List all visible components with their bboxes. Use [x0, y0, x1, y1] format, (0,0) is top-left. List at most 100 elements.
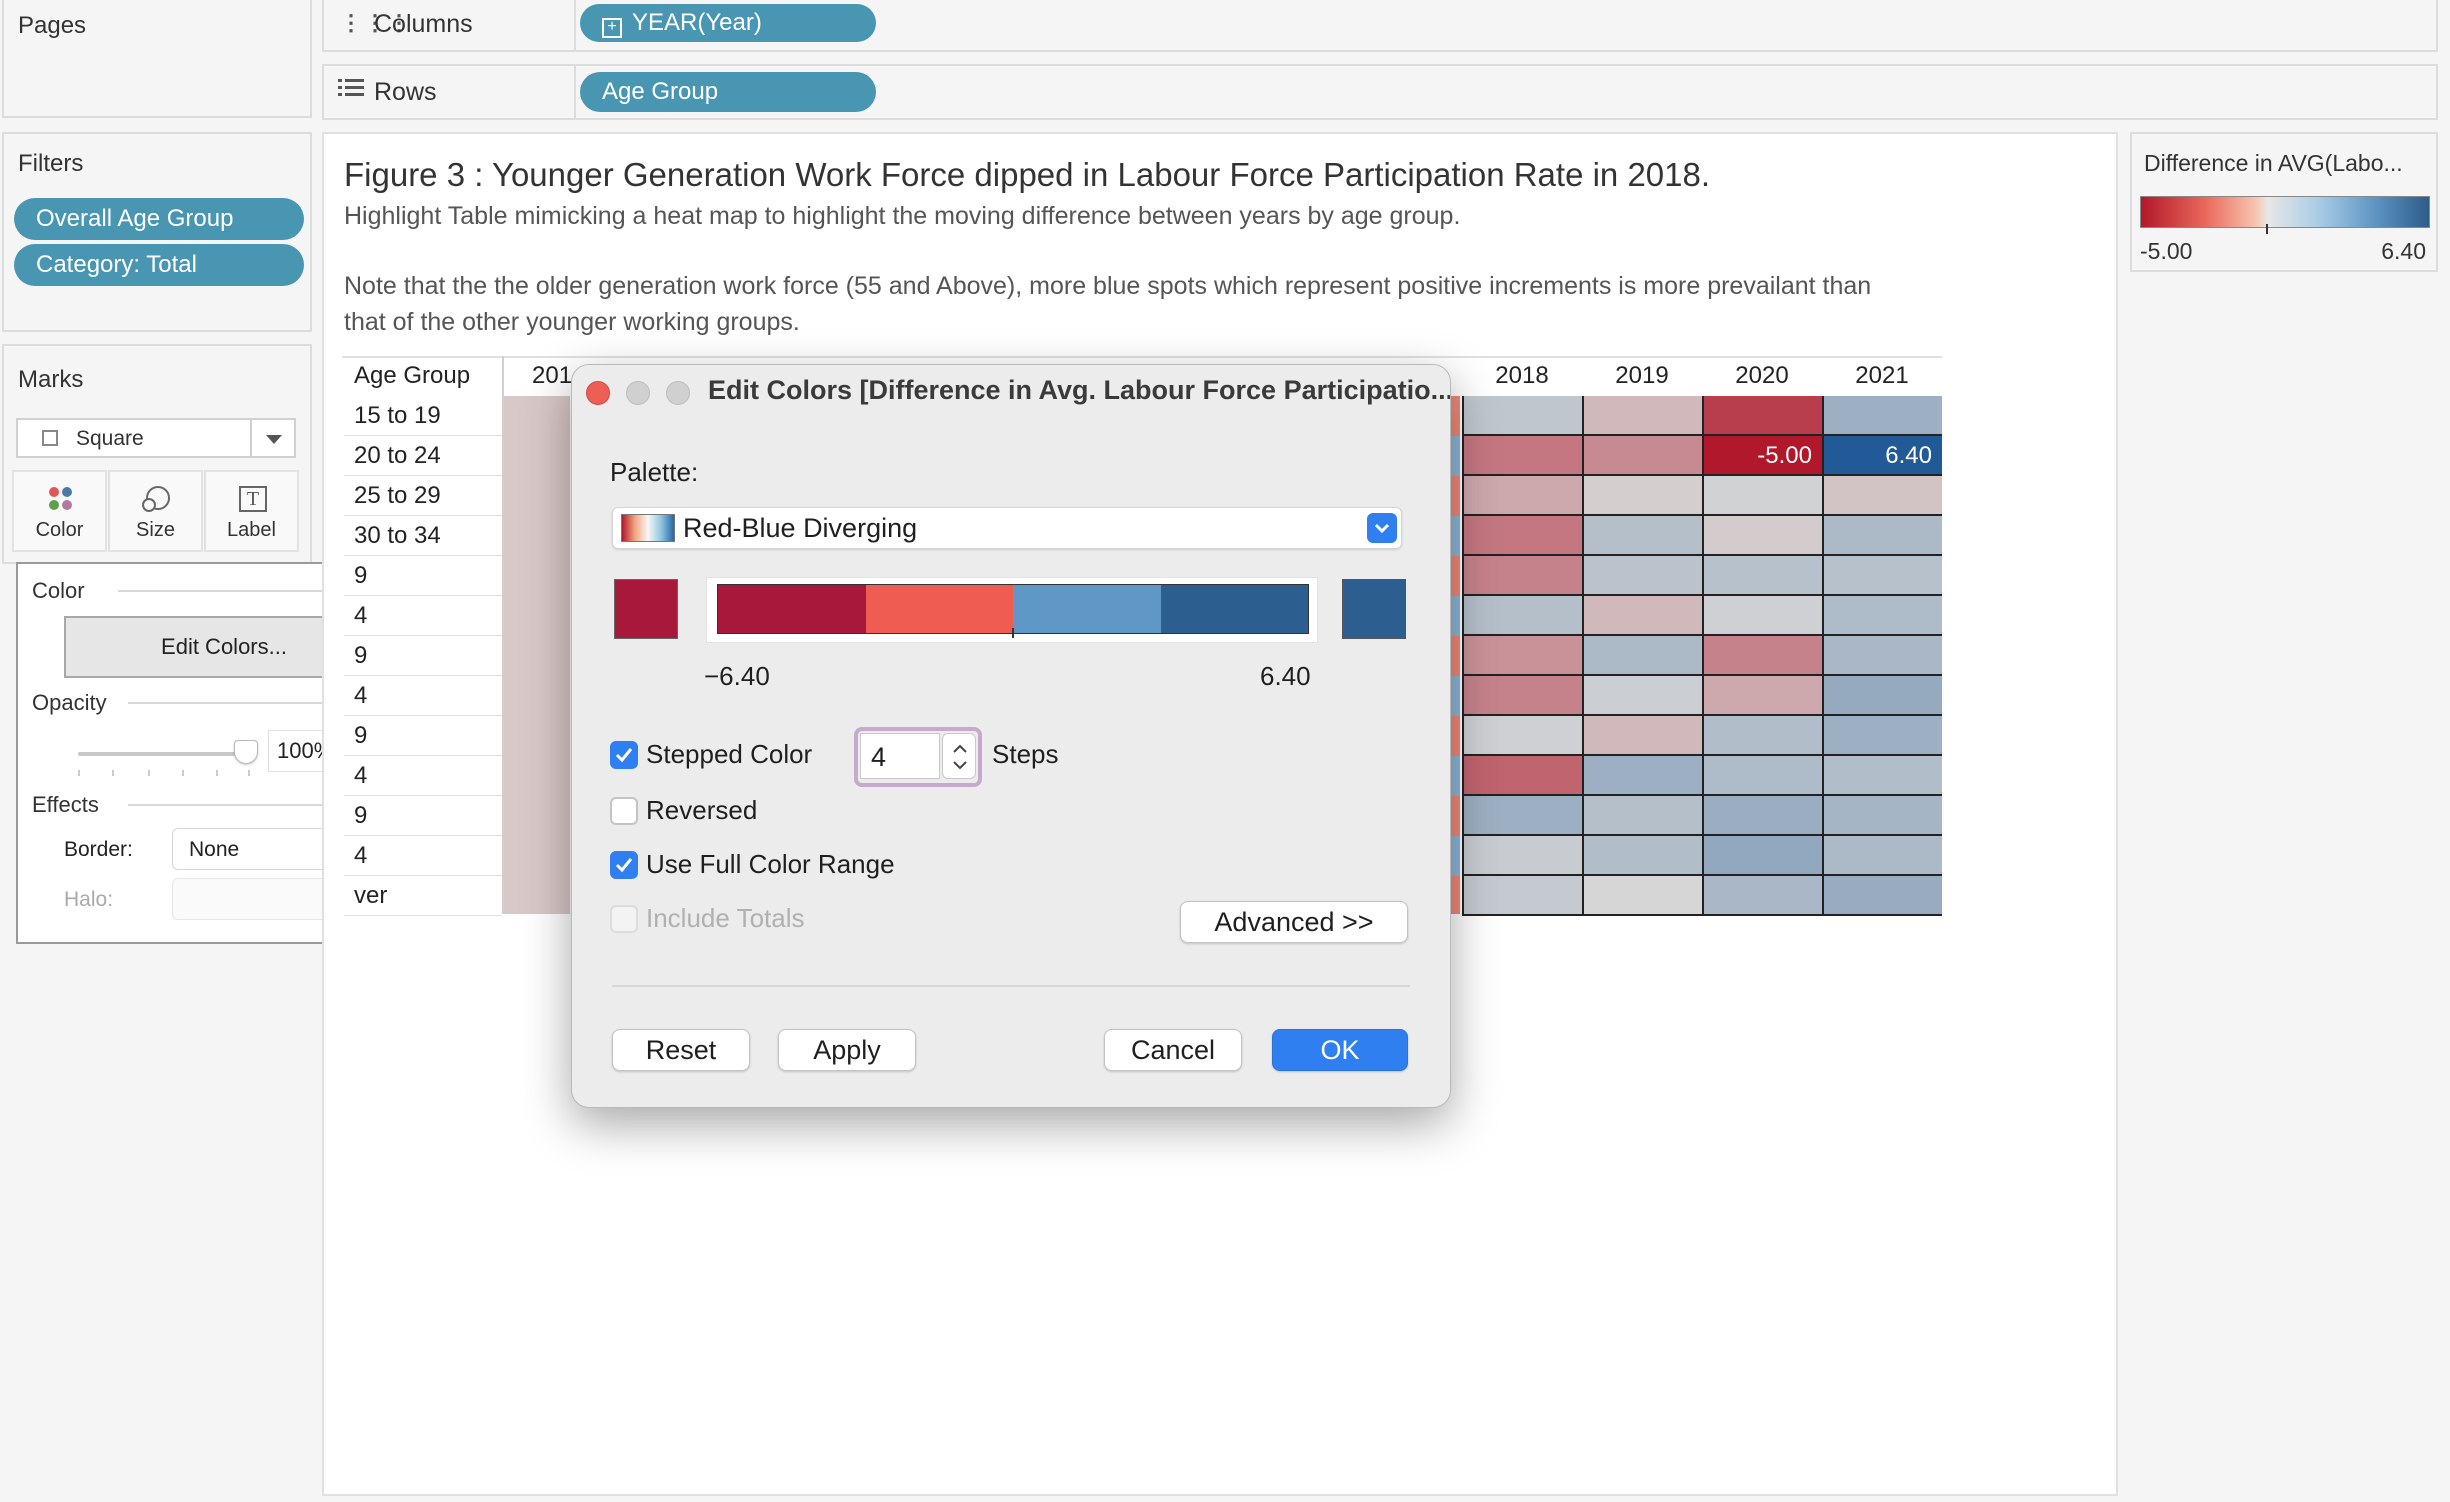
heatmap-cell[interactable] [1582, 396, 1702, 436]
steps-stepper[interactable] [942, 733, 976, 779]
palette-label: Palette: [610, 457, 699, 487]
age-group-row-label: 4 [344, 836, 502, 876]
pages-shelf[interactable]: Pages [2, 0, 312, 118]
heatmap-cell[interactable] [1702, 476, 1822, 516]
ok-button[interactable]: OK [1272, 1029, 1408, 1071]
viz-note-line2: that of the other younger working groups… [344, 308, 800, 336]
opacity-slider-thumb[interactable] [234, 740, 258, 764]
steps-input[interactable]: 4 [860, 733, 940, 779]
cancel-button[interactable]: Cancel [1104, 1029, 1242, 1071]
mark-type-dropdown[interactable]: Square [16, 418, 296, 458]
advanced-button[interactable]: Advanced >> [1180, 901, 1408, 943]
heatmap-cell[interactable] [1702, 716, 1822, 756]
heatmap-cell[interactable] [1702, 636, 1822, 676]
heatmap-cell[interactable] [1582, 756, 1702, 796]
include-totals-checkbox [610, 905, 638, 933]
heatmap-cell[interactable] [1822, 676, 1942, 716]
year-pill[interactable]: + YEAR(Year) [580, 4, 876, 42]
heatmap-cell[interactable] [1462, 716, 1582, 756]
full-color-range-checkbox[interactable] [610, 851, 638, 879]
heatmap-cell[interactable] [1702, 836, 1822, 876]
marks-color-button[interactable]: Color [12, 470, 107, 552]
rows-shelf[interactable]: Rows Age Group [322, 64, 2438, 120]
heatmap-cell[interactable] [1822, 596, 1942, 636]
columns-shelf[interactable]: ⋮⋮⋮ Columns + YEAR(Year) [322, 0, 2438, 52]
heatmap-cell[interactable] [1702, 596, 1822, 636]
heatmap-cell[interactable] [1462, 556, 1582, 596]
expand-icon[interactable]: + [602, 18, 622, 38]
heatmap-cell[interactable] [1582, 676, 1702, 716]
heatmap-cell[interactable] [1462, 396, 1582, 436]
heatmap-cell[interactable] [1822, 836, 1942, 876]
heatmap-cell[interactable] [1462, 836, 1582, 876]
heatmap-cell[interactable] [1702, 676, 1822, 716]
heatmap-cell[interactable] [1822, 476, 1942, 516]
heatmap-cell[interactable] [1462, 516, 1582, 556]
reset-button[interactable]: Reset [612, 1029, 750, 1071]
heatmap-cell[interactable] [1582, 476, 1702, 516]
heatmap-cell[interactable] [1462, 796, 1582, 836]
heatmap-cell[interactable] [1702, 876, 1822, 916]
heatmap-cell[interactable] [1822, 796, 1942, 836]
palette-select[interactable]: Red-Blue Diverging [612, 507, 1402, 549]
heatmap-cell[interactable] [1582, 876, 1702, 916]
heatmap-cell[interactable] [1462, 596, 1582, 636]
heatmap-cell[interactable] [1702, 756, 1822, 796]
heatmap-cell[interactable] [1702, 796, 1822, 836]
heatmap-cell[interactable] [1822, 396, 1942, 436]
reversed-checkbox[interactable] [610, 797, 638, 825]
start-color-swatch[interactable] [614, 579, 678, 639]
zoom-window-button [666, 381, 690, 405]
heatmap-cell[interactable] [1822, 716, 1942, 756]
age-group-pill[interactable]: Age Group [580, 72, 876, 112]
rows-label: Rows [374, 78, 437, 106]
dialog-titlebar[interactable]: Edit Colors [Difference in Avg. Labour F… [572, 365, 1450, 421]
stepped-color-label[interactable]: Stepped Color [646, 739, 812, 770]
heatmap-cell[interactable] [1822, 556, 1942, 596]
heatmap-cell[interactable] [1702, 516, 1822, 556]
rows-icon [338, 78, 364, 98]
end-color-swatch[interactable] [1342, 579, 1406, 639]
heatmap-cell[interactable] [1462, 676, 1582, 716]
marks-size-button[interactable]: Size [108, 470, 203, 552]
heatmap-cell[interactable] [1702, 556, 1822, 596]
apply-button[interactable]: Apply [778, 1029, 916, 1071]
heatmap-cell[interactable]: 6.40 [1822, 436, 1942, 476]
reversed-label[interactable]: Reversed [646, 795, 757, 826]
full-color-range-label[interactable]: Use Full Color Range [646, 849, 895, 880]
age-group-row-label: 9 [344, 636, 502, 676]
heatmap-cell[interactable] [1582, 796, 1702, 836]
heatmap-cell[interactable] [1582, 596, 1702, 636]
filters-card: Filters Overall Age Group Category: Tota… [2, 132, 312, 332]
viz-subtitle: Highlight Table mimicking a heat map to … [344, 202, 1461, 230]
marks-title: Marks [18, 366, 84, 393]
heatmap-cell[interactable] [1462, 876, 1582, 916]
close-window-button[interactable] [586, 381, 610, 405]
minimize-window-button [626, 381, 650, 405]
marks-color-label: Color [35, 519, 84, 541]
heatmap-cell[interactable] [1582, 636, 1702, 676]
filter-category-total[interactable]: Category: Total [14, 244, 304, 286]
year-column-header: 2020 [1735, 362, 1789, 389]
heatmap-cell[interactable] [1582, 556, 1702, 596]
heatmap-cell[interactable] [1822, 636, 1942, 676]
heatmap-cell[interactable] [1582, 516, 1702, 556]
heatmap-cell[interactable] [1462, 476, 1582, 516]
heatmap-cell-label: 6.40 [1885, 442, 1932, 469]
heatmap-cell[interactable] [1462, 436, 1582, 476]
heatmap-cell[interactable] [1702, 396, 1822, 436]
heatmap-cell[interactable]: -5.00 [1702, 436, 1822, 476]
filter-overall-age-group[interactable]: Overall Age Group [14, 198, 304, 240]
heatmap-cell[interactable] [1822, 516, 1942, 556]
heatmap-cell[interactable] [1582, 716, 1702, 756]
heatmap-cell[interactable] [1822, 876, 1942, 916]
heatmap-cell[interactable] [1822, 756, 1942, 796]
heatmap-cell[interactable] [1462, 756, 1582, 796]
heatmap-cell[interactable] [1582, 836, 1702, 876]
marks-label-button[interactable]: T Label [204, 470, 299, 552]
heatmap-cell[interactable] [1582, 436, 1702, 476]
stepped-color-checkbox[interactable] [610, 741, 638, 769]
opacity-slider[interactable] [78, 740, 258, 776]
palette-swatch-icon [621, 514, 675, 542]
heatmap-cell[interactable] [1462, 636, 1582, 676]
